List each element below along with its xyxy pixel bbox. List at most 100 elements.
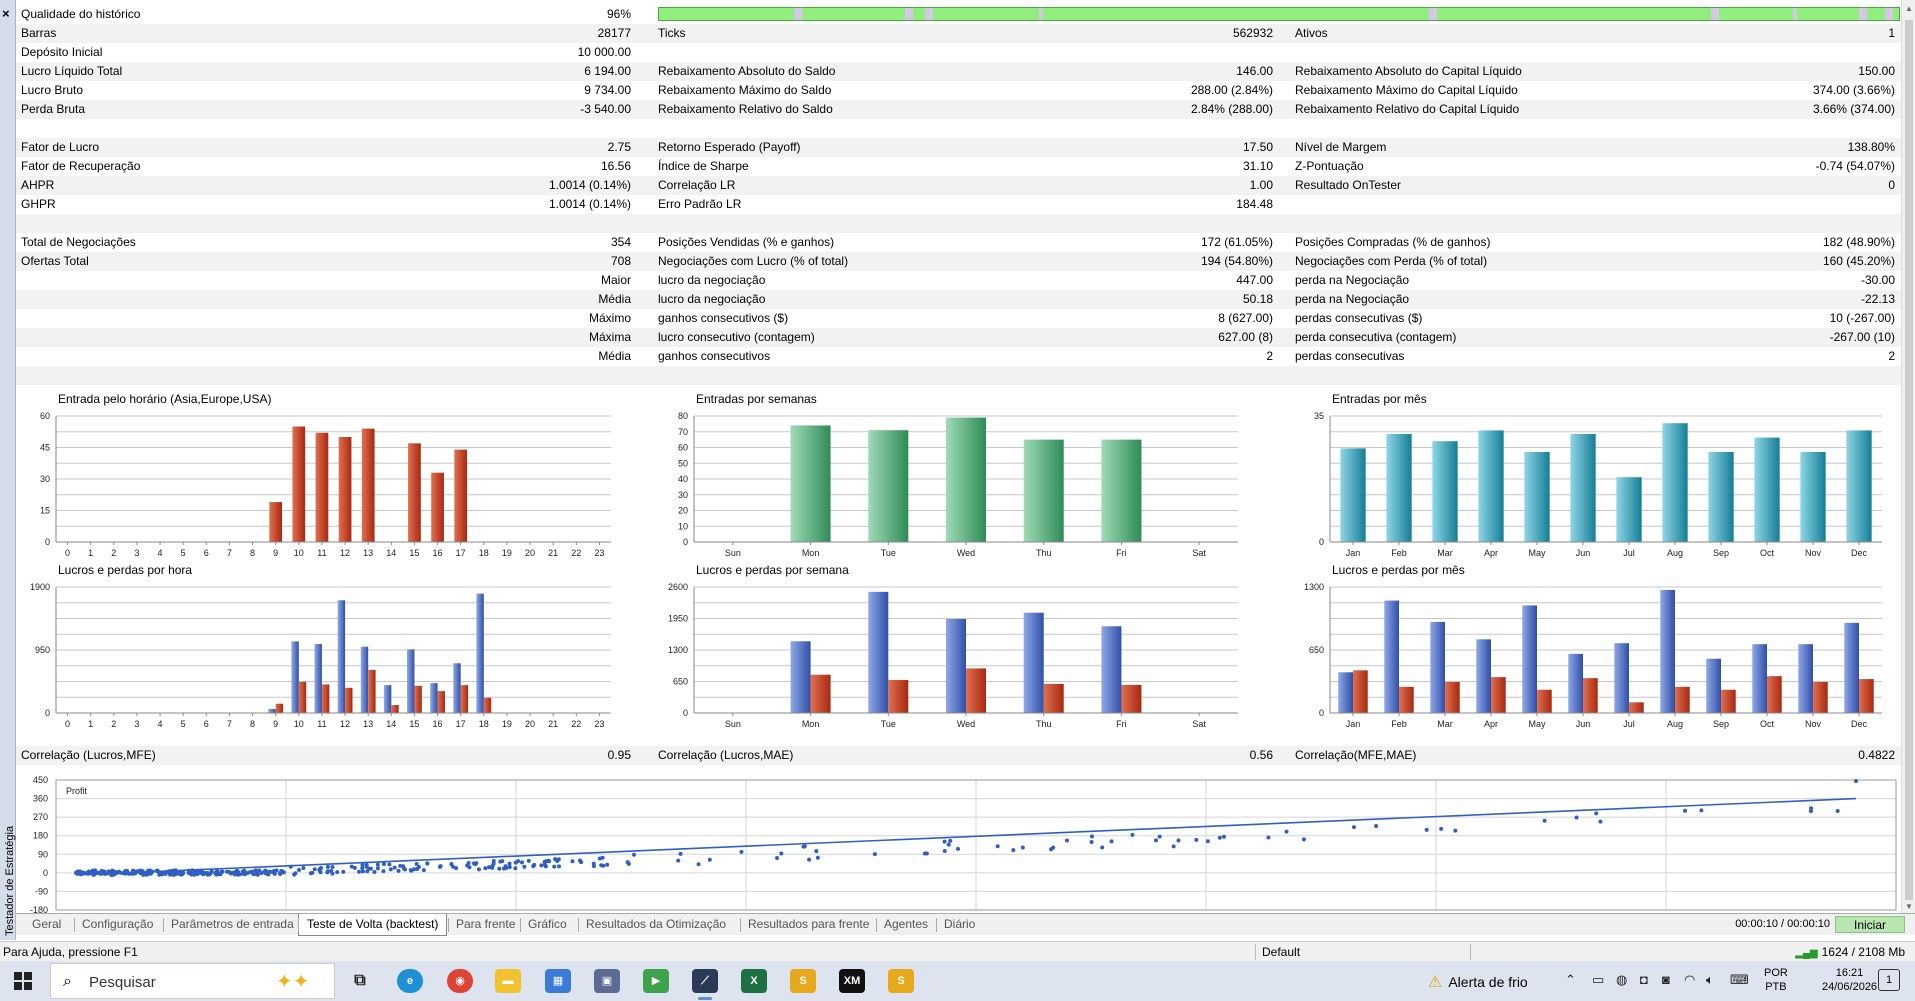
scatter-point xyxy=(507,865,512,870)
lang-top: POR xyxy=(1764,967,1788,979)
tab-agentes[interactable]: Agentes xyxy=(884,917,928,931)
bar xyxy=(868,430,909,542)
taskbar-clock[interactable]: 16:21 24/06/2026 xyxy=(1822,966,1877,994)
tab-resultados-da-otimização[interactable]: Resultados da Otimização xyxy=(586,917,726,931)
tab-gráfico[interactable]: Gráfico xyxy=(528,917,567,931)
x-tick-label: 6 xyxy=(204,719,209,729)
trend-line xyxy=(75,797,1857,876)
scatter-point xyxy=(240,869,245,874)
history-gap-segment xyxy=(925,8,933,20)
tray-camera-icon[interactable]: ◘ xyxy=(1640,972,1648,987)
stat-label: ganhos consecutivos xyxy=(658,349,771,363)
tray-app-icon[interactable]: ◙ xyxy=(1662,972,1670,987)
scatter-point xyxy=(219,869,224,874)
windows-start-icon[interactable] xyxy=(14,972,32,990)
start-button[interactable]: Iniciar xyxy=(1835,916,1905,933)
y-tick-label: 30 xyxy=(40,474,50,484)
scatter-point xyxy=(1835,809,1840,814)
loss-bar xyxy=(1583,678,1598,713)
store-icon[interactable]: ▦ xyxy=(545,969,571,993)
edge-browser-icon[interactable]: e xyxy=(397,969,423,993)
tab-separator xyxy=(163,918,164,932)
tab-geral[interactable]: Geral xyxy=(32,917,61,931)
tray-wifi-icon[interactable]: ◠ xyxy=(1684,972,1695,988)
tray-volume-icon[interactable]: 🔈︎ xyxy=(1706,972,1714,988)
tab-resultados-para-frente[interactable]: Resultados para frente xyxy=(748,917,869,931)
scrollbar-thumb[interactable] xyxy=(1905,20,1913,900)
scatter-point xyxy=(1374,824,1379,829)
remote-app-icon[interactable]: ▣ xyxy=(594,969,620,993)
media-app-icon[interactable]: ▶ xyxy=(643,969,669,993)
profit-bar xyxy=(1568,653,1583,713)
stats-row: Máximo ganhos consecutivos ($) 8 (627.00) p… xyxy=(16,309,1901,328)
stats-row: Total de Negociações 354 Posições Vendidas… xyxy=(16,233,1901,252)
scroll-down-icon[interactable]: ▼ xyxy=(1905,902,1913,911)
profit-bar xyxy=(1338,672,1353,713)
file-explorer-icon[interactable]: ▬ xyxy=(495,969,521,993)
tray-zoom-icon[interactable]: ◍ xyxy=(1616,972,1627,988)
scatter-point xyxy=(147,870,152,875)
bar-chart-pl-month: 1300 650 0 Jan Feb Mar Apr May Jun Jul Aug Sep Oct No… xyxy=(1304,582,1882,729)
y-tick-label: 60 xyxy=(678,443,688,453)
tab-teste-de-volta-backtest-[interactable]: Teste de Volta (backtest) xyxy=(298,914,448,936)
tab-parâmetros-de-entrada[interactable]: Parâmetros de entrada xyxy=(171,917,294,931)
y-tick-label: 80 xyxy=(678,411,688,421)
x-tick-label: 18 xyxy=(479,719,489,729)
scatter-point xyxy=(421,868,426,873)
language-indicator[interactable]: POR PTB xyxy=(1764,966,1788,994)
tab-configuração[interactable]: Configuração xyxy=(82,917,153,931)
scatter-point xyxy=(476,867,481,872)
profit-bar xyxy=(430,683,438,713)
x-tick-label: Oct xyxy=(1760,548,1775,558)
chrome-browser-icon[interactable]: ◉ xyxy=(447,969,473,993)
tab-diário[interactable]: Diário xyxy=(944,917,975,931)
stat-label: GHPR xyxy=(21,197,56,211)
x-tick-label: May xyxy=(1528,719,1546,729)
stat-label: Barras xyxy=(21,26,57,40)
notification-center-icon[interactable]: 1 xyxy=(1878,969,1900,991)
trading-app-2-icon[interactable]: S xyxy=(888,969,914,993)
vertical-scrollbar[interactable]: ▲ ▼ xyxy=(1901,0,1915,913)
excel-icon[interactable]: X xyxy=(741,969,767,993)
stat-label: Total de Negociações xyxy=(21,235,136,249)
trading-app-icon[interactable]: S xyxy=(790,969,816,993)
stat-value: 16.56 xyxy=(600,159,631,173)
metatrader-icon[interactable]: ⟋ xyxy=(692,969,718,993)
tray-network-icon[interactable]: ▭ xyxy=(1592,972,1604,988)
scatter-point xyxy=(1100,845,1105,850)
scatter-point xyxy=(186,868,191,873)
close-icon[interactable]: × xyxy=(2,6,10,21)
stat-value: 0.4822 xyxy=(1858,748,1895,762)
stats-row xyxy=(16,214,1901,233)
history-gap-segment xyxy=(905,8,913,20)
task-view-icon[interactable]: ⧉ xyxy=(347,969,373,993)
bar xyxy=(1708,452,1734,542)
scatter-point xyxy=(109,872,114,877)
stat-value: -22.13 xyxy=(1860,292,1895,306)
tab-para-frente[interactable]: Para frente xyxy=(456,917,515,931)
x-tick-label: Mon xyxy=(802,548,820,558)
scatter-point xyxy=(591,864,596,869)
stat-label: Rebaixamento Máximo do Capital Líquido xyxy=(1295,83,1518,97)
profit-bar xyxy=(453,663,461,713)
stat-label: Perda Bruta xyxy=(21,102,86,116)
weather-alert[interactable]: ⚠ Alerta de frio xyxy=(1428,972,1528,992)
scatter-point xyxy=(802,844,807,849)
tray-chevron-icon[interactable]: ⌃ xyxy=(1565,972,1576,988)
x-tick-label: Sun xyxy=(725,719,741,729)
xm-app-icon[interactable]: XM xyxy=(839,969,865,993)
scatter-point xyxy=(415,866,420,871)
loss-bar xyxy=(810,674,831,713)
scatter-point xyxy=(779,851,784,856)
clock-time: 16:21 xyxy=(1835,967,1864,979)
x-tick-label: 1 xyxy=(88,719,93,729)
x-tick-label: 15 xyxy=(409,548,419,558)
y-tick-label: -90 xyxy=(35,886,48,896)
taskbar-search[interactable]: ⌕ Pesquisar ✦✦ xyxy=(50,963,335,999)
tray-keyboard-icon[interactable]: ⌨ xyxy=(1730,972,1749,988)
copilot-sparkle-icon[interactable]: ✦✦ xyxy=(276,969,310,994)
scatter-point xyxy=(308,871,313,876)
stats-row: Lucro Líquido Total 6 194.00 Rebaixamento … xyxy=(16,62,1901,81)
stat-value: 627.00 (8) xyxy=(1218,330,1273,344)
scroll-up-icon[interactable]: ▲ xyxy=(1905,4,1913,13)
